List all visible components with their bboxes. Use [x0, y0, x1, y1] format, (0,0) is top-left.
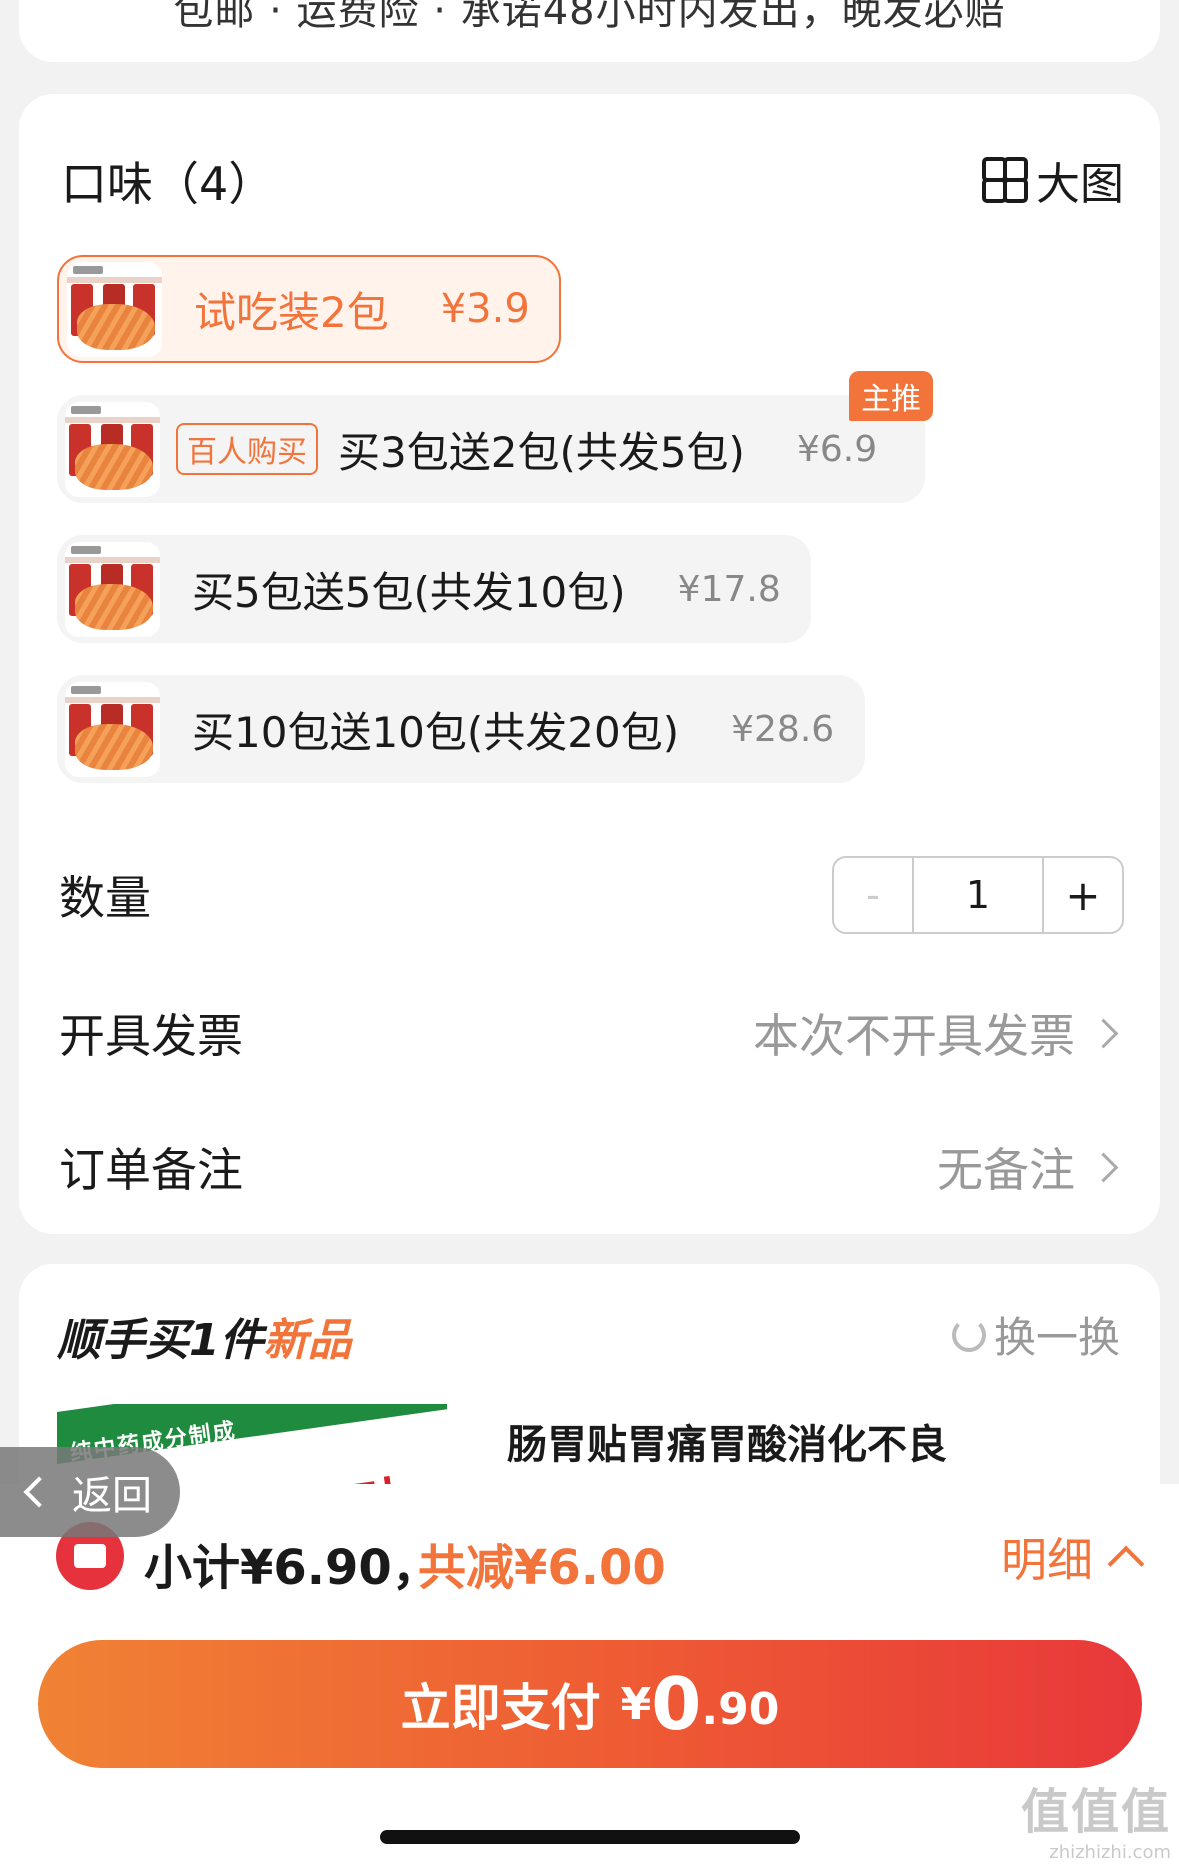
product-thumbnail: [65, 401, 160, 497]
quantity-stepper: - 1 +: [832, 856, 1124, 934]
shipping-notice-card: 包邮 · 运费险 · 承诺48小时内发出，晚发必赔: [19, 0, 1160, 62]
option-label: 买3包送2包(共发5包): [338, 427, 745, 477]
pay-now-button[interactable]: 立即支付 ¥ 0 .90: [38, 1640, 1142, 1768]
invoice-value: 本次不开具发票: [753, 1009, 1075, 1063]
option-price: ¥17.8: [677, 568, 781, 610]
product-thumbnail: [65, 681, 160, 777]
detail-label: 明细: [1001, 1533, 1093, 1587]
flavor-option-buy5get5[interactable]: 买5包送5包(共发10包) ¥17.8: [57, 535, 811, 643]
flavor-option-trial[interactable]: 试吃装2包 ¥3.9: [57, 255, 561, 363]
back-label: 返回: [72, 1473, 152, 1519]
quantity-row: 数量 - 1 +: [59, 856, 1124, 934]
subtotal-text: 小计¥6.90，: [144, 1540, 440, 1596]
pay-amount-int: 0: [651, 1662, 702, 1746]
refresh-label: 换一换: [993, 1313, 1120, 1362]
refresh-icon: [951, 1317, 986, 1352]
quantity-minus-button[interactable]: -: [834, 858, 914, 932]
quantity-plus-button[interactable]: +: [1042, 858, 1122, 932]
invoice-label: 开具发票: [59, 1009, 243, 1063]
refresh-button[interactable]: 换一换: [951, 1304, 1120, 1365]
addon-product-name[interactable]: 肠胃贴胃痛胃酸消化不良: [507, 1412, 947, 1470]
sku-selection-card: 口味（4） 大图 试吃装2包 ¥3.9 百人购买 买3包送2包(共发5包) ¥6…: [19, 94, 1160, 1234]
discount-text: 共减¥6.00: [418, 1540, 666, 1596]
remark-value: 无备注: [937, 1143, 1075, 1197]
flavor-option-buy10get10[interactable]: 买10包送10包(共发20包) ¥28.6: [57, 675, 865, 783]
addon-title-highlight: 新品: [263, 1315, 352, 1366]
checkout-bar: 小计¥6.90， 共减¥6.00 明细 立即支付 ¥ 0 .90 值值值 zhi…: [0, 1484, 1179, 1867]
chevron-right-icon: [1088, 1152, 1119, 1182]
addon-title: 顺手买1件新品: [57, 1315, 352, 1366]
grid-icon: [982, 157, 1028, 203]
pay-label: 立即支付: [400, 1679, 601, 1737]
option-price: ¥3.9: [440, 286, 530, 332]
product-thumbnail: [65, 541, 160, 637]
quantity-label: 数量: [59, 871, 151, 925]
option-label: 试吃装2包: [194, 287, 389, 337]
back-button[interactable]: 返回: [0, 1447, 180, 1537]
option-price: ¥28.6: [731, 708, 835, 750]
home-indicator: [380, 1830, 800, 1844]
shipping-notice: 包邮 · 运费险 · 承诺48小时内发出，晚发必赔: [173, 0, 1006, 34]
option-label: 买5包送5包(共发10包): [192, 567, 626, 617]
quantity-value[interactable]: 1: [914, 858, 1042, 932]
pay-amount-dec: .90: [701, 1683, 780, 1735]
popular-tag: 百人购买: [176, 423, 318, 475]
flavor-title: 口味（4）: [61, 157, 275, 211]
remark-label: 订单备注: [59, 1143, 243, 1197]
option-price: ¥6.9: [796, 428, 878, 470]
chevron-up-icon: [1107, 1545, 1145, 1583]
chevron-left-icon: [23, 1476, 55, 1508]
recommended-badge: 主推: [849, 371, 933, 421]
big-image-label: 大图: [1036, 159, 1124, 210]
big-image-button[interactable]: 大图: [982, 148, 1124, 212]
product-thumbnail: [67, 261, 162, 357]
pay-currency: ¥: [620, 1678, 652, 1730]
remark-row[interactable]: 订单备注 无备注: [59, 1134, 1124, 1200]
option-label: 买10包送10包(共发20包): [192, 707, 680, 757]
flavor-option-buy3get2[interactable]: 百人购买 买3包送2包(共发5包) ¥6.9 主推: [57, 371, 933, 503]
watermark: 值值值 zhizhizhi.com: [1020, 1784, 1171, 1863]
invoice-row[interactable]: 开具发票 本次不开具发票: [59, 1000, 1124, 1066]
detail-button[interactable]: 明细: [1001, 1524, 1145, 1590]
chevron-right-icon: [1088, 1018, 1119, 1048]
